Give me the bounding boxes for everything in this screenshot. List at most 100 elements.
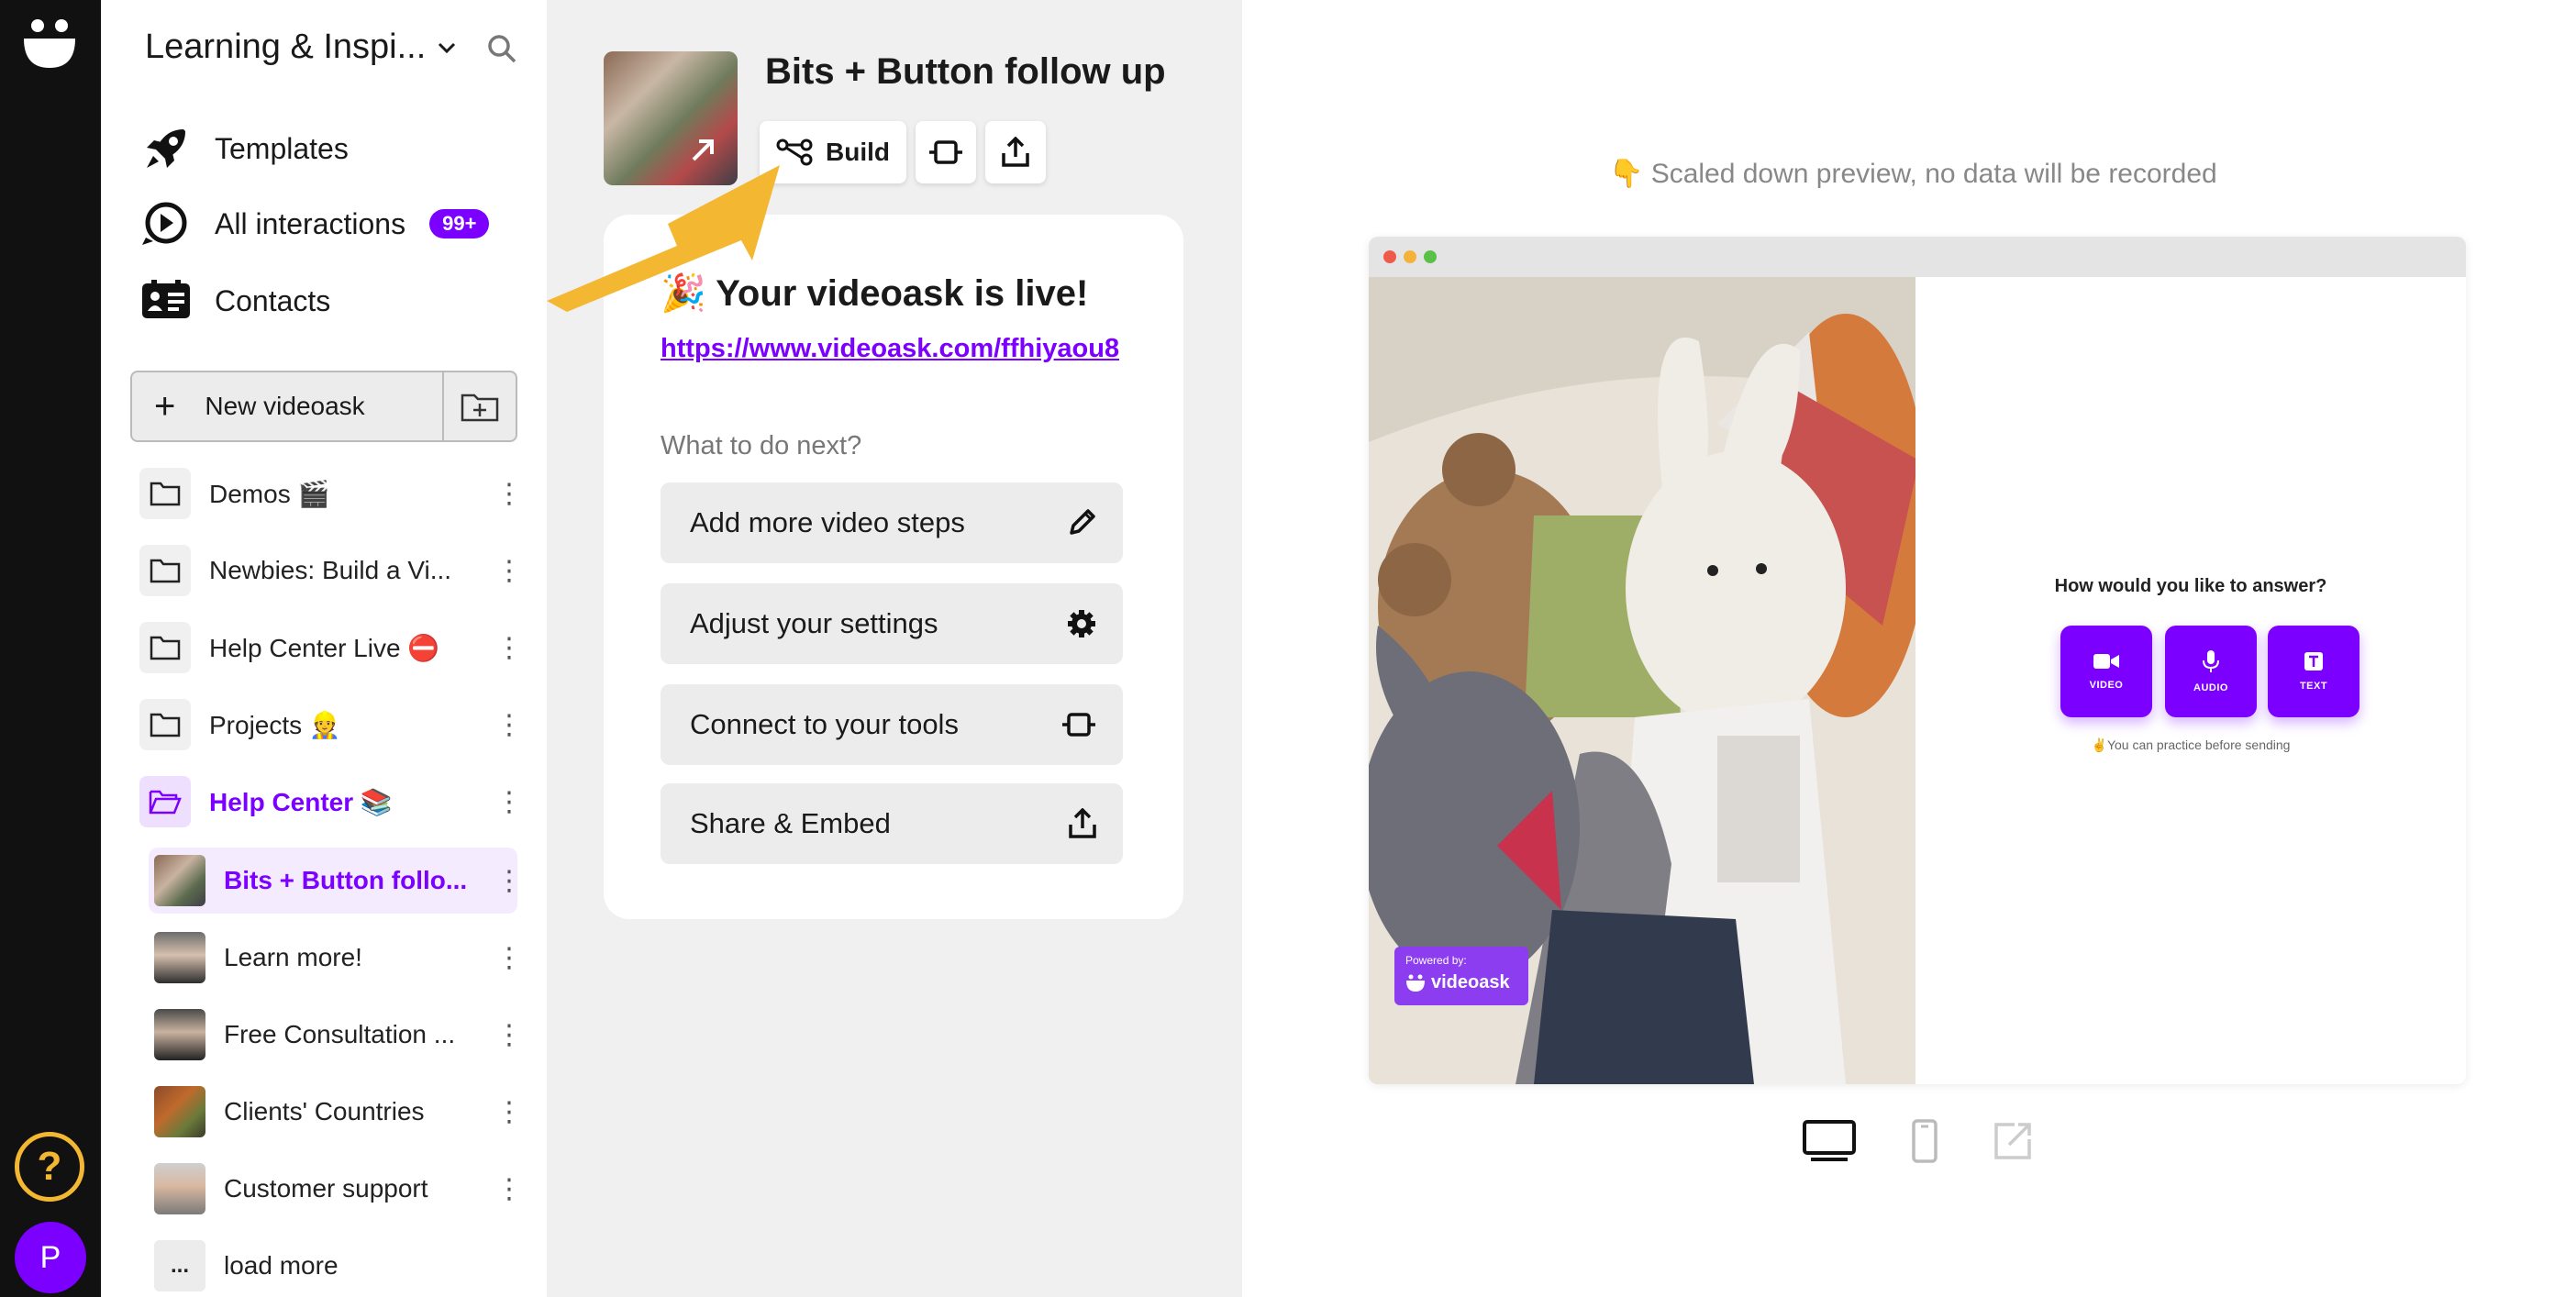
folder-label: Help Center Live ⛔ [209, 633, 440, 662]
preview-panel: 👇 Scaled down preview, no data will be r… [1242, 0, 2576, 1297]
nav-contacts[interactable]: Contacts [139, 273, 330, 328]
user-avatar[interactable]: P [15, 1222, 86, 1293]
folder-item[interactable]: Newbies: Build a Vi... ⋮ [139, 541, 523, 600]
rocket-icon [139, 126, 193, 172]
more-options-icon[interactable]: ⋮ [495, 1173, 523, 1205]
more-options-icon[interactable]: ⋮ [495, 555, 523, 587]
new-videoask-label: New videoask [205, 392, 365, 420]
action-label: Add more video steps [690, 506, 965, 538]
action-label: Share & Embed [690, 807, 891, 839]
videoask-label: Bits + Button follo... [224, 866, 468, 894]
desktop-preview-icon[interactable] [1802, 1119, 1857, 1163]
videoask-title: Bits + Button follow up [765, 51, 1166, 92]
adjust-settings-button[interactable]: Adjust your settings [661, 583, 1123, 664]
add-video-steps-button[interactable]: Add more video steps [661, 482, 1123, 563]
answer-audio-button[interactable]: AUDIO [2165, 626, 2257, 717]
integrations-button[interactable] [916, 121, 976, 183]
help-button[interactable]: ? [15, 1132, 84, 1202]
contacts-icon [139, 278, 193, 324]
more-options-icon[interactable]: ⋮ [495, 709, 523, 741]
powered-by-badge[interactable]: Powered by: videoask [1394, 947, 1528, 1005]
folder-icon [139, 699, 191, 750]
search-icon[interactable] [486, 33, 517, 64]
connect-tools-button[interactable]: Connect to your tools [661, 684, 1123, 765]
more-options-icon[interactable]: ⋮ [495, 478, 523, 510]
more-options-icon[interactable]: ⋮ [495, 1096, 523, 1128]
window-minimize-dot [1404, 250, 1416, 263]
more-options-icon[interactable]: ⋮ [495, 786, 523, 818]
answer-text-button[interactable]: TEXT [2268, 626, 2359, 717]
action-label: Adjust your settings [690, 607, 938, 639]
video-preview-image[interactable]: Powered by: videoask [1369, 277, 1915, 1084]
external-link-icon [692, 139, 714, 161]
microphone-icon [2203, 650, 2219, 672]
videoask-thumbnail [154, 1009, 205, 1060]
videoask-item[interactable]: Learn more! ⋮ [149, 925, 523, 991]
more-options-icon[interactable]: ⋮ [495, 942, 523, 974]
new-videoask-button[interactable]: + New videoask [132, 372, 442, 440]
videoask-logo-icon[interactable] [20, 15, 79, 73]
more-options-icon[interactable]: ⋮ [495, 1019, 523, 1051]
folder-label: Demos 🎬 [209, 479, 330, 508]
nav-templates[interactable]: Templates [139, 121, 349, 176]
answer-question: How would you like to answer? [2054, 576, 2327, 596]
folder-label: Newbies: Build a Vi... [209, 556, 452, 584]
plug-icon [929, 140, 962, 164]
preview-note: 👇 Scaled down preview, no data will be r… [1609, 159, 2217, 189]
camera-icon [2093, 654, 2119, 669]
folder-label: Help Center 📚 [209, 787, 393, 816]
workspace-selector[interactable]: Learning & Inspi... [145, 28, 457, 67]
answer-option-label: TEXT [2299, 681, 2328, 692]
videoask-item[interactable]: Clients' Countries ⋮ [149, 1079, 523, 1145]
videoask-item[interactable]: Customer support ⋮ [149, 1156, 523, 1222]
share-icon [1069, 808, 1096, 838]
nav-label: All interactions [215, 206, 406, 240]
videoask-label: Customer support [224, 1174, 428, 1203]
action-label: Connect to your tools [690, 708, 959, 740]
more-options-icon[interactable]: ⋮ [495, 632, 523, 664]
flow-icon [776, 139, 813, 166]
annotation-arrow-icon [547, 165, 780, 312]
share-button[interactable] [985, 121, 1046, 183]
videoask-item[interactable]: Free Consultation ... ⋮ [149, 1002, 523, 1068]
pencil-icon [1070, 509, 1095, 535]
folder-icon [139, 468, 191, 519]
interactions-count-badge: 99+ [429, 209, 490, 238]
videoask-label: Free Consultation ... [224, 1020, 456, 1048]
build-label: Build [826, 138, 890, 166]
folder-item[interactable]: Help Center Live ⛔ ⋮ [139, 618, 523, 677]
answer-option-label: AUDIO [2193, 682, 2228, 693]
folder-item-active[interactable]: Help Center 📚 ⋮ [139, 772, 523, 831]
videoask-item-selected[interactable]: Bits + Button follo... ⋮ [149, 848, 523, 914]
videoask-public-link[interactable]: https://www.videoask.com/ffhiyaou8 [661, 334, 1119, 364]
window-maximize-dot [1424, 250, 1437, 263]
share-icon [1002, 137, 1029, 167]
more-options-icon[interactable]: ⋮ [495, 865, 523, 897]
new-folder-button[interactable] [442, 372, 516, 440]
load-more-item[interactable]: ... load more [149, 1233, 517, 1297]
folder-item[interactable]: Demos 🎬 ⋮ [139, 464, 523, 523]
new-videoask-group: + New videoask [130, 371, 517, 442]
nav-all-interactions[interactable]: All interactions 99+ [139, 196, 490, 251]
powered-by-label: Powered by: [1405, 954, 1467, 967]
practice-hint: ✌️You can practice before sending [2091, 737, 2291, 752]
folder-label: Projects 👷 [209, 710, 341, 739]
ellipsis-icon: ... [154, 1240, 205, 1291]
answer-video-button[interactable]: VIDEO [2060, 626, 2152, 717]
brand-label: videoask [1431, 972, 1510, 992]
load-more-label: load more [224, 1251, 339, 1280]
external-link-icon[interactable] [1991, 1119, 2035, 1163]
text-icon [2304, 652, 2323, 671]
folder-item[interactable]: Projects 👷 ⋮ [139, 695, 523, 754]
mobile-preview-icon[interactable] [1910, 1119, 1939, 1163]
browser-titlebar [1369, 237, 2466, 277]
gear-icon [1068, 610, 1095, 637]
videoask-thumbnail [154, 1086, 205, 1137]
videoask-thumbnail [154, 932, 205, 983]
videoask-thumbnail [154, 1163, 205, 1214]
folder-open-icon [139, 776, 191, 827]
sidebar: Learning & Inspi... Templates All intera… [101, 0, 547, 1297]
share-embed-button[interactable]: Share & Embed [661, 783, 1123, 864]
chevron-down-icon [439, 42, 456, 53]
plug-icon [1062, 713, 1095, 737]
